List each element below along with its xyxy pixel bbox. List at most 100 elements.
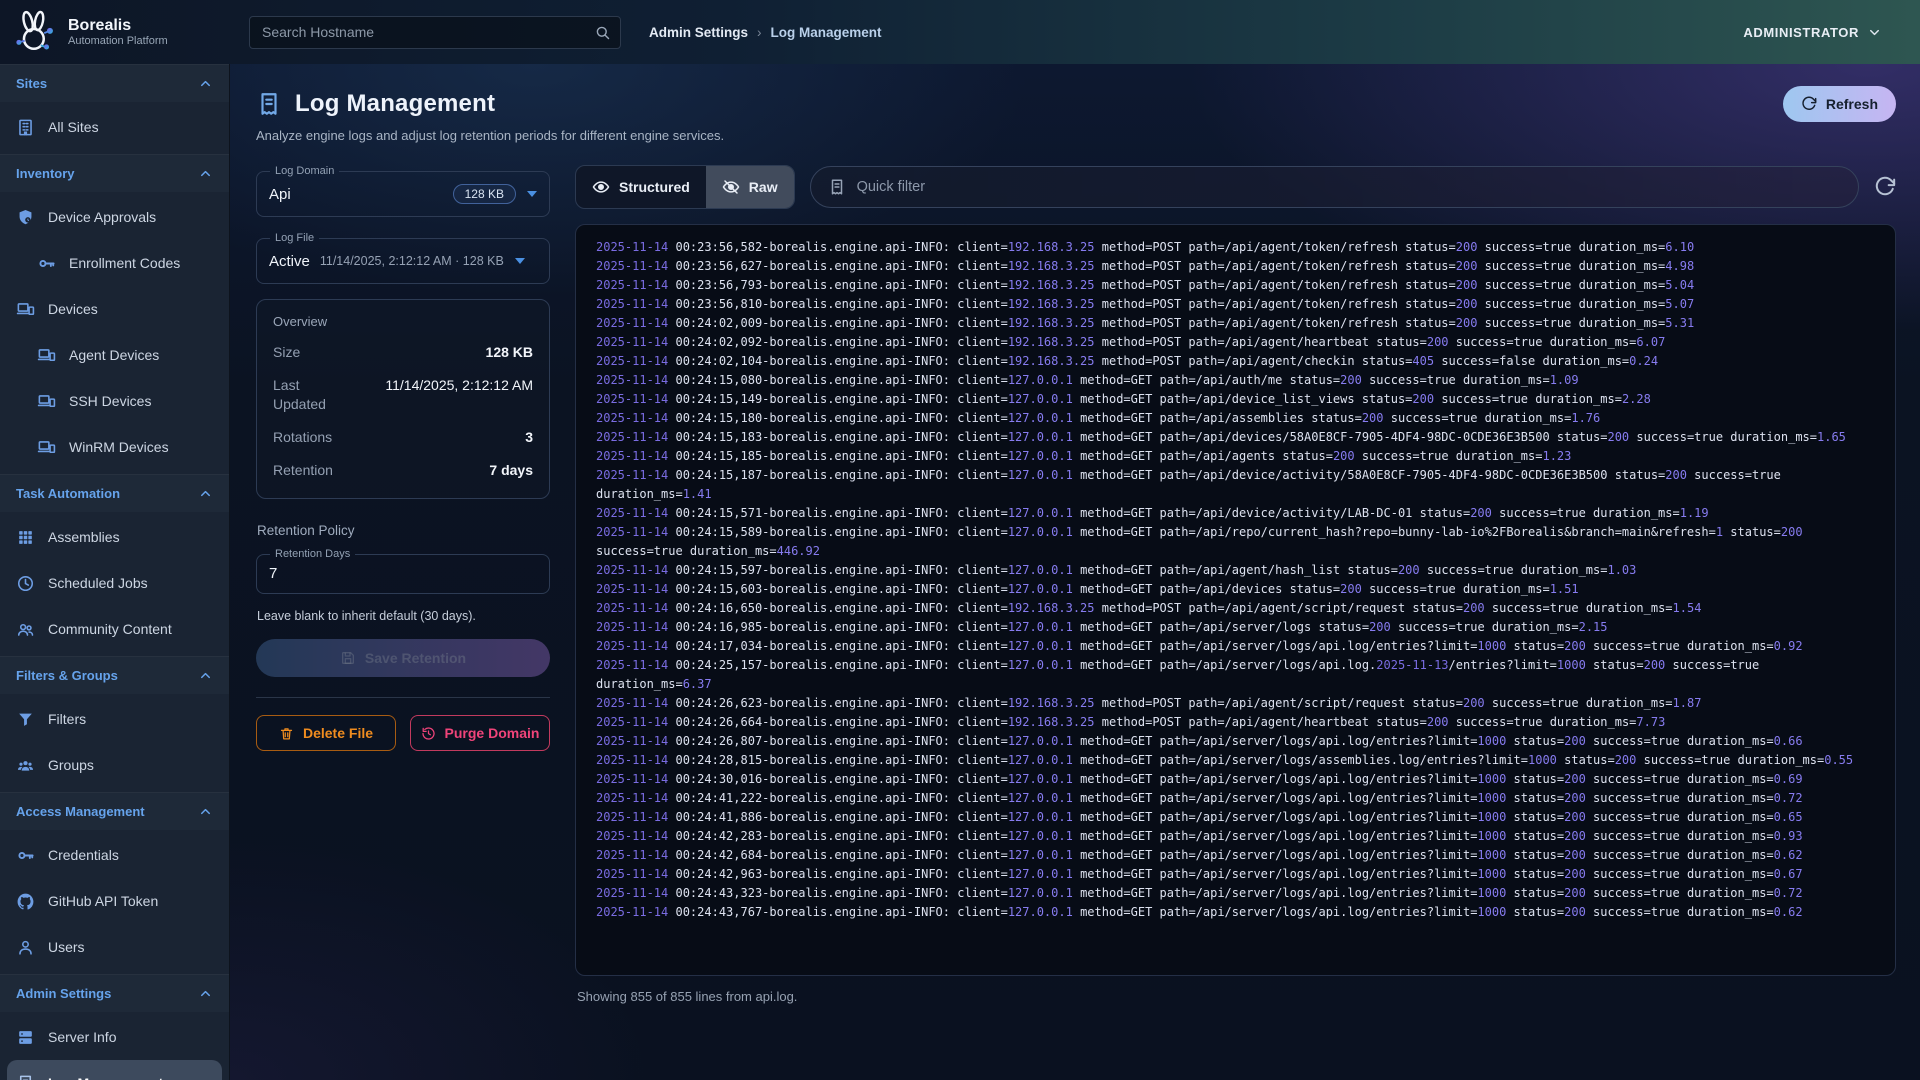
log-line: 2025-11-14 00:23:56,582-borealis.engine.…	[596, 238, 1875, 257]
sidebar-item-icon	[16, 892, 35, 911]
log-domain-select[interactable]: Log Domain Api 128 KB	[256, 165, 550, 217]
raw-mode-label: Raw	[749, 179, 778, 195]
sidebar-item[interactable]: Users	[0, 924, 229, 970]
sidebar-item-label: Enrollment Codes	[69, 255, 180, 271]
delete-file-button[interactable]: Delete File	[256, 715, 396, 751]
sidebar-section-header[interactable]: Inventory	[0, 155, 229, 192]
sidebar-item-label: GitHub API Token	[48, 893, 158, 909]
sidebar-section-header[interactable]: Filters & Groups	[0, 657, 229, 694]
sidebar-section: Admin Settings Server Info Log Managemen…	[0, 974, 229, 1080]
sidebar-item[interactable]: Devices	[0, 286, 229, 332]
log-line: 2025-11-14 00:24:16,985-borealis.engine.…	[596, 618, 1875, 637]
sidebar-section: Access Management Credentials GitHub API…	[0, 792, 229, 974]
sidebar-section-label: Access Management	[16, 804, 145, 819]
sidebar-item-icon	[16, 1028, 35, 1047]
main-content: Log Management Analyze engine logs and a…	[230, 64, 1920, 1080]
log-line: 2025-11-14 00:24:15,589-borealis.engine.…	[596, 523, 1875, 561]
sidebar-item-label: Agent Devices	[69, 347, 159, 363]
log-line: 2025-11-14 00:24:16,650-borealis.engine.…	[596, 599, 1875, 618]
sidebar-item-icon	[37, 254, 56, 273]
sidebar-item[interactable]: SSH Devices	[0, 378, 229, 424]
retention-days-input[interactable]	[269, 565, 537, 582]
purge-domain-button[interactable]: Purge Domain	[410, 715, 550, 751]
structured-mode-button[interactable]: Structured	[576, 166, 706, 208]
dropdown-arrow-icon	[527, 191, 537, 197]
overview-row: Rotations 3	[273, 428, 533, 447]
log-line: 2025-11-14 00:24:15,185-borealis.engine.…	[596, 447, 1875, 466]
search-input[interactable]	[249, 16, 621, 49]
save-retention-label: Save Retention	[365, 650, 466, 666]
breadcrumb-admin-settings[interactable]: Admin Settings	[649, 25, 748, 40]
reload-logs-icon[interactable]	[1874, 176, 1896, 198]
save-retention-button[interactable]: Save Retention	[256, 639, 550, 677]
log-line: 2025-11-14 00:24:17,034-borealis.engine.…	[596, 637, 1875, 656]
log-line: 2025-11-14 00:24:43,767-borealis.engine.…	[596, 903, 1875, 922]
log-line: 2025-11-14 00:24:15,180-borealis.engine.…	[596, 409, 1875, 428]
sidebar-item[interactable]: Server Info	[0, 1014, 229, 1060]
sidebar-item-label: All Sites	[48, 119, 99, 135]
sidebar-item-icon	[16, 756, 35, 775]
sidebar-item-icon	[16, 620, 35, 639]
sidebar-item[interactable]: All Sites	[0, 104, 229, 150]
sidebar: Sites All Sites Inventory	[0, 64, 230, 1080]
raw-mode-button[interactable]: Raw	[706, 166, 794, 208]
quick-filter-input[interactable]	[857, 179, 1841, 195]
sidebar-item-label: Devices	[48, 301, 98, 317]
save-icon	[340, 650, 356, 666]
chevron-up-icon	[198, 76, 213, 91]
user-menu[interactable]: ADMINISTRATOR	[1743, 25, 1882, 40]
retention-policy-heading: Retention Policy	[257, 523, 550, 538]
sidebar-section-label: Filters & Groups	[16, 668, 118, 683]
overview-row: Size 128 KB	[273, 343, 533, 362]
sidebar-item-icon	[16, 118, 35, 137]
overview-row-label: Size	[273, 343, 300, 362]
refresh-button[interactable]: Refresh	[1783, 86, 1896, 122]
sidebar-item[interactable]: WinRM Devices	[0, 424, 229, 470]
overview-row-value: 11/14/2025, 2:12:12 AM	[385, 376, 533, 414]
sidebar-section-header[interactable]: Sites	[0, 65, 229, 102]
sidebar-item[interactable]: Device Approvals	[0, 194, 229, 240]
sidebar-item[interactable]: GitHub API Token	[0, 878, 229, 924]
sidebar-item-icon	[16, 846, 35, 865]
log-line: 2025-11-14 00:24:15,603-borealis.engine.…	[596, 580, 1875, 599]
chevron-up-icon	[198, 166, 213, 181]
borealis-rabbit-logo-icon	[12, 9, 58, 55]
log-file-select[interactable]: Log File Active 11/14/2025, 2:12:12 AM ·…	[256, 232, 550, 284]
sidebar-item[interactable]: Assemblies	[0, 514, 229, 560]
chevron-up-icon	[198, 486, 213, 501]
sidebar-item[interactable]: Agent Devices	[0, 332, 229, 378]
sidebar-item-label: Groups	[48, 757, 94, 773]
user-menu-label: ADMINISTRATOR	[1743, 25, 1859, 40]
quick-filter-field	[810, 166, 1859, 208]
sidebar-section-header[interactable]: Task Automation	[0, 475, 229, 512]
sidebar-item-icon	[37, 346, 56, 365]
overview-card: Overview Size 128 KB Last Updated 11/14/…	[256, 299, 550, 499]
sidebar-item-icon	[16, 300, 35, 319]
overview-row-label: Rotations	[273, 428, 332, 447]
sidebar-item[interactable]: Groups	[0, 742, 229, 788]
sidebar-item[interactable]: Log Management	[7, 1060, 222, 1080]
sidebar-item-icon	[16, 1074, 35, 1080]
retention-days-label: Retention Days	[270, 548, 355, 560]
log-line: 2025-11-14 00:24:15,571-borealis.engine.…	[596, 504, 1875, 523]
sidebar-item[interactable]: Scheduled Jobs	[0, 560, 229, 606]
overview-row: Retention 7 days	[273, 461, 533, 480]
log-domain-value: Api	[269, 186, 291, 203]
sidebar-item[interactable]: Enrollment Codes	[0, 240, 229, 286]
sidebar-section-header[interactable]: Access Management	[0, 793, 229, 830]
log-line: 2025-11-14 00:24:43,323-borealis.engine.…	[596, 884, 1875, 903]
sidebar-item[interactable]: Community Content	[0, 606, 229, 652]
sidebar-item-label: Device Approvals	[48, 209, 156, 225]
breadcrumb-log-management[interactable]: Log Management	[771, 25, 882, 40]
sidebar-item-label: Scheduled Jobs	[48, 575, 148, 591]
sidebar-item[interactable]: Credentials	[0, 832, 229, 878]
log-viewer[interactable]: 2025-11-14 00:23:56,582-borealis.engine.…	[575, 224, 1896, 976]
brand: Borealis Automation Platform	[0, 9, 249, 55]
sidebar-item-icon	[16, 574, 35, 593]
hostname-search	[249, 16, 621, 49]
page-header: Log Management Analyze engine logs and a…	[230, 64, 1920, 143]
sidebar-item[interactable]: Filters	[0, 696, 229, 742]
dropdown-arrow-icon	[515, 258, 525, 264]
sidebar-section-header[interactable]: Admin Settings	[0, 975, 229, 1012]
log-line: 2025-11-14 00:23:56,627-borealis.engine.…	[596, 257, 1875, 276]
